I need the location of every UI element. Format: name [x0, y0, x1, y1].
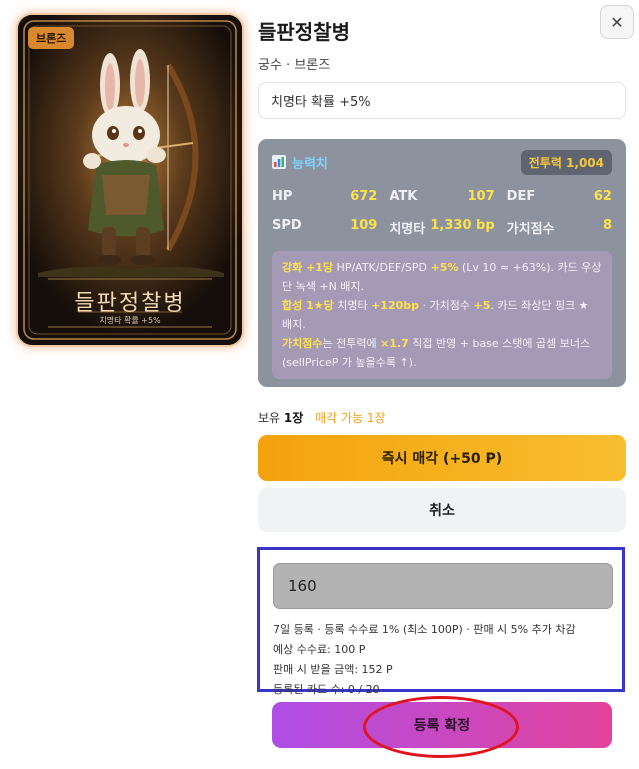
card-class-rarity: 궁수 · 브론즈: [258, 58, 331, 73]
listed-card-count: 등록된 카드 수: 0 / 20: [273, 683, 380, 696]
stat-atk: ATK 107: [389, 189, 495, 204]
card-effect: 치명타 확률 +5%: [258, 82, 626, 119]
stat-row: SPD 109 치명타 1,330 bp 가치점수 8: [272, 218, 612, 237]
bar-chart-icon: [272, 155, 286, 169]
rarity-badge: 브론즈: [28, 27, 75, 49]
stats-info-box: 강화 +1당 HP/ATK/DEF/SPD +5% (Lv 10 ≈ +63%)…: [272, 251, 612, 379]
stat-hp: HP 672: [272, 189, 378, 204]
combat-power-badge: 전투력 1,004: [520, 149, 612, 175]
info-merge: 합성 1★당 치명타 +120bp · 가치점수 +5. 카드 좌상단 핑크 ★…: [282, 299, 589, 331]
card-art-name: 들판정찰병: [74, 291, 186, 316]
stat-row: HP 672 ATK 107 DEF 62: [272, 189, 612, 204]
owned-count: 보유 1장: [258, 411, 304, 425]
instant-sell-button[interactable]: 즉시 매각 (+50 P): [258, 435, 626, 481]
holdings-line: 보유 1장 매각 가능 1장: [258, 409, 386, 426]
stat-crit: 치명타 1,330 bp: [389, 218, 495, 237]
listing-price-input[interactable]: [273, 563, 613, 609]
listing-info: 7일 등록 · 등록 수수료 1% (최소 100P) · 판매 시 5% 추가…: [273, 620, 576, 700]
stats-title: 능력치: [292, 156, 328, 172]
expected-fee: 예상 수수료: 100 P: [273, 643, 366, 656]
stat-value-score: 가치점수 8: [506, 218, 612, 237]
close-icon: ✕: [610, 12, 624, 32]
info-value-score: 가치점수는 전투력에 ×1.7 직접 반영 + base 스탯에 곱셈 보너스 …: [282, 337, 591, 369]
close-button[interactable]: ✕: [600, 5, 634, 39]
card-title: 들판정찰병: [258, 20, 350, 44]
card-art-effect: 치명타 확률 +5%: [99, 316, 161, 325]
stats-panel: 능력치 전투력 1,004 HP 672 ATK 107 DEF 62 SPD 109 …: [258, 139, 626, 387]
net-proceeds: 판매 시 받을 금액: 152 P: [273, 663, 393, 676]
listing-fee-rule: 7일 등록 · 등록 수수료 1% (최소 100P) · 판매 시 5% 추가…: [273, 623, 576, 636]
market-listing-box: 7일 등록 · 등록 수수료 1% (최소 100P) · 판매 시 5% 추가…: [257, 547, 625, 696]
info-enhance: 강화 +1당 HP/ATK/DEF/SPD +5% (Lv 10 ≈ +63%)…: [282, 261, 602, 293]
stat-spd: SPD 109: [272, 218, 378, 233]
card-image: 브론즈 들판정찰병 치명타 확률 +5%: [18, 15, 242, 345]
stat-def: DEF 62: [506, 189, 612, 204]
cancel-button[interactable]: 취소: [258, 488, 626, 532]
sellable-count: 매각 가능 1장: [315, 411, 386, 425]
confirm-listing-button[interactable]: 등록 확정: [272, 702, 612, 748]
